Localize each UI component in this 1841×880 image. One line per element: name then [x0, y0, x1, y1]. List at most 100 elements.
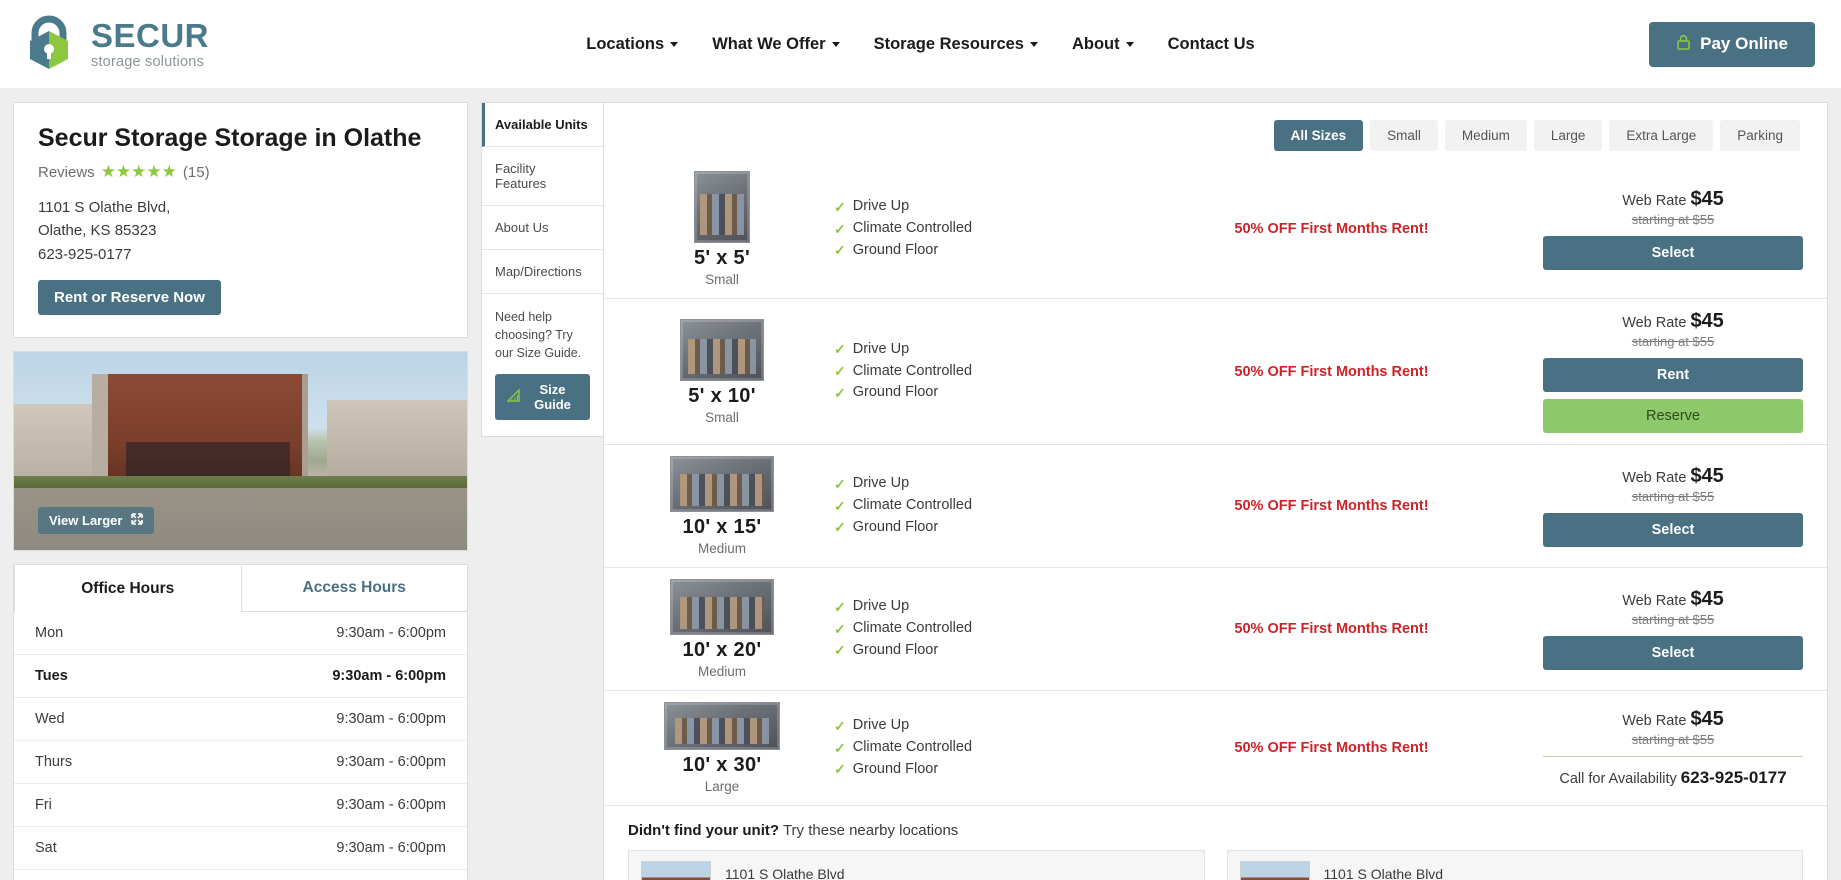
check-icon: ✓: [834, 497, 846, 514]
unit-feature: Drive Up: [852, 475, 910, 492]
nav-item-contact-us[interactable]: Contact Us: [1168, 35, 1255, 54]
hours-time: 9:30am - 6:00pm: [336, 796, 446, 813]
unit-promo: 50% OFF First Months Rent!: [1120, 220, 1543, 238]
filter-medium[interactable]: Medium: [1444, 120, 1527, 151]
promo-text: 50% OFF First Months Rent!: [1234, 221, 1429, 237]
filter-parking[interactable]: Parking: [1720, 120, 1800, 151]
facility-photo[interactable]: View Larger: [13, 350, 468, 551]
web-rate-label: Web Rate: [1622, 713, 1687, 729]
call-availability-phone[interactable]: 623-925-0177: [1681, 768, 1787, 787]
original-price: starting at $55: [1631, 732, 1715, 747]
web-rate-label: Web Rate: [1622, 593, 1687, 609]
hours-day: Wed: [35, 710, 65, 727]
web-rate-value: $45: [1690, 588, 1724, 610]
size-guide-button[interactable]: Size Guide: [495, 374, 590, 421]
unit-feature: Climate Controlled: [852, 220, 973, 237]
site-logo[interactable]: SECUR storage solutions: [18, 13, 438, 75]
check-icon: ✓: [834, 620, 846, 637]
original-price: starting at $55: [1631, 489, 1715, 504]
reviews-row[interactable]: Reviews ★★★★★ (15): [38, 162, 443, 182]
view-larger-button[interactable]: View Larger: [38, 506, 155, 534]
unit-feature: Drive Up: [852, 198, 910, 215]
nav-item-what-we-offer[interactable]: What We Offer: [712, 35, 840, 54]
facility-phone[interactable]: 623-925-0177: [38, 243, 443, 266]
hours-card: Office Hours Access Hours Mon 9:30am - 6…: [13, 563, 468, 880]
hours-day: Thurs: [35, 753, 73, 770]
unit-size: 10' x 20': [682, 639, 762, 661]
filter-small[interactable]: Small: [1370, 120, 1438, 151]
nearby-location-card[interactable]: 1101 S Olathe Blvd Olathe, KS 66210: [628, 850, 1205, 880]
nearby-heading-bold: Didn't find your unit?: [628, 822, 780, 839]
nearby-location-thumbnail: [641, 861, 711, 880]
hours-tabs: Office Hours Access Hours: [14, 564, 467, 612]
web-rate-row: Web Rate $45: [1543, 188, 1803, 211]
pay-online-button[interactable]: Pay Online: [1649, 21, 1815, 67]
web-rate-row: Web Rate $45: [1543, 465, 1803, 488]
promo-text: 50% OFF First Months Rent!: [1234, 363, 1429, 380]
rent-button[interactable]: Rent: [1543, 358, 1803, 392]
unit-feature: Drive Up: [852, 598, 910, 615]
star-rating-icon: ★★★★★: [100, 162, 177, 181]
sidebar-item-map-directions[interactable]: Map/Directions: [482, 250, 603, 294]
unit-features: ✓ Drive Up ✓ Climate Controlled ✓ Ground Fl…: [820, 196, 1120, 261]
unit-promo: 50% OFF First Months Rent!: [1120, 497, 1543, 515]
unit-feature: Ground Floor: [852, 518, 939, 535]
select-button[interactable]: Select: [1543, 636, 1803, 670]
nearby-address-line-1[interactable]: 1101 S Olathe Blvd: [1324, 864, 1444, 880]
rent-or-reserve-button[interactable]: Rent or Reserve Now: [38, 279, 221, 315]
hours-day: Mon: [35, 624, 64, 641]
sidebar-item-facility-features[interactable]: Facility Features: [482, 147, 603, 206]
hours-row: Tues 9:30am - 6:00pm: [14, 655, 467, 698]
nav-item-about[interactable]: About: [1072, 35, 1134, 54]
tab-access-hours[interactable]: Access Hours: [241, 565, 467, 612]
unit-feature: Climate Controlled: [852, 497, 973, 514]
size-filter-group: All Sizes Small Medium Large Extra Large…: [604, 103, 1827, 160]
unit-promo: 50% OFF First Months Rent!: [1120, 620, 1543, 638]
sidebar-item-available-units[interactable]: Available Units: [482, 103, 603, 147]
unit-pricing: Web Rate $45 starting at $55 Select: [1543, 588, 1803, 670]
select-button[interactable]: Select: [1543, 513, 1803, 547]
nav-item-storage-resources[interactable]: Storage Resources: [874, 35, 1038, 54]
select-button[interactable]: Select: [1543, 236, 1803, 270]
site-header: SECUR storage solutions Locations What W…: [0, 0, 1841, 88]
section-sidebar: Available Units Facility Features About …: [481, 102, 603, 438]
chevron-down-icon: [831, 41, 840, 47]
facility-address: 1101 S Olathe Blvd, Olathe, KS 85323 623…: [38, 196, 443, 266]
nearby-address-line-1[interactable]: 1101 S Olathe Blvd: [725, 864, 845, 880]
hours-row: Sat 9:30am - 6:00pm: [14, 827, 467, 870]
section-nav: Available Units Facility Features About …: [481, 102, 603, 438]
unit-size: 5' x 10': [688, 384, 756, 407]
unit-category: Large: [704, 779, 740, 794]
check-icon: ✓: [834, 642, 846, 659]
filter-large[interactable]: Large: [1533, 120, 1603, 151]
chevron-down-icon: [1029, 41, 1038, 47]
hours-time: 9:30am - 6:00pm: [332, 667, 446, 684]
nearby-locations-section: Didn't find your unit? Try these nearby …: [604, 806, 1827, 880]
call-availability-label: Call for Availability: [1559, 771, 1677, 787]
filter-all-sizes[interactable]: All Sizes: [1273, 120, 1364, 151]
storage-unit-image: [670, 456, 774, 512]
unit-feature: Climate Controlled: [852, 739, 973, 756]
ruler-icon: [506, 388, 520, 405]
web-rate-label: Web Rate: [1622, 315, 1687, 331]
web-rate-value: $45: [1690, 465, 1724, 487]
available-units-panel: All Sizes Small Medium Large Extra Large…: [603, 102, 1828, 880]
size-guide-label: Size Guide: [534, 382, 571, 413]
page-body: Secur Storage Storage in Olathe Reviews …: [0, 88, 1841, 880]
hours-row: Thurs 9:30am - 6:00pm: [14, 741, 467, 784]
check-icon: ✓: [834, 198, 846, 215]
nearby-location-card[interactable]: 1101 S Olathe Blvd Olathe, KS 66210: [1226, 850, 1803, 880]
hours-row: Fri 9:30am - 6:00pm: [14, 784, 467, 827]
filter-extra-large[interactable]: Extra Large: [1609, 120, 1714, 151]
nearby-cards: 1101 S Olathe Blvd Olathe, KS 66210 1101…: [628, 850, 1803, 880]
tab-office-hours[interactable]: Office Hours: [14, 564, 242, 612]
unit-feature: Climate Controlled: [852, 620, 973, 637]
check-icon: ✓: [834, 717, 846, 734]
sidebar-item-about-us[interactable]: About Us: [482, 206, 603, 250]
unit-thumbnail-column: 10' x 20' Medium: [624, 579, 820, 679]
nearby-location-address: 1101 S Olathe Blvd Olathe, KS 66210: [1324, 864, 1444, 880]
nav-item-locations[interactable]: Locations: [586, 35, 679, 54]
unit-feature: Ground Floor: [852, 760, 939, 777]
chevron-down-icon: [1125, 41, 1134, 47]
reserve-button[interactable]: Reserve: [1543, 399, 1803, 433]
